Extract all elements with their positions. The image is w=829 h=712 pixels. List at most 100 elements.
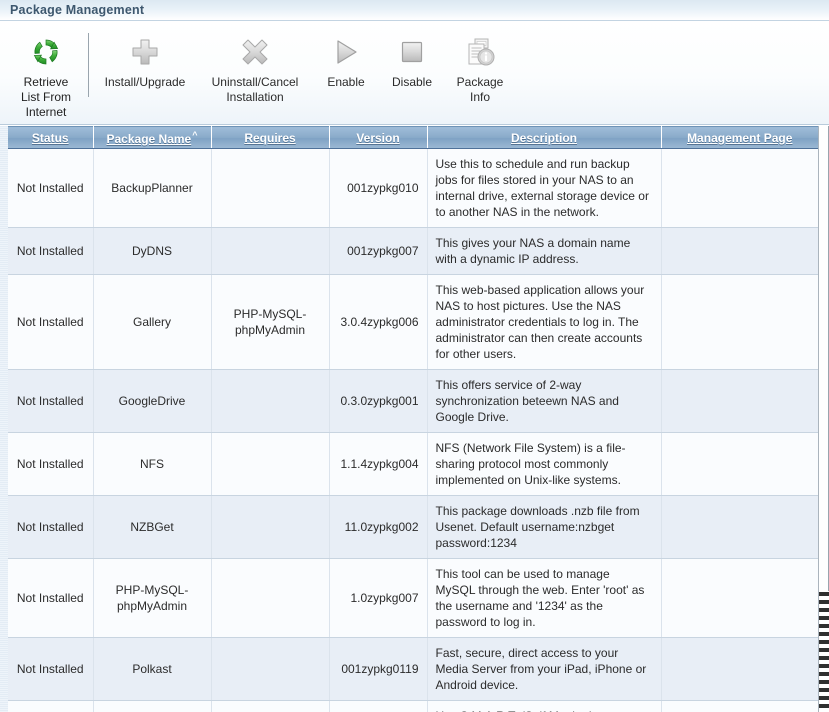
cell-status: Not Installed xyxy=(8,274,94,370)
toolbar-button-label: Install/Upgrade xyxy=(104,75,186,89)
toolbar-button-disable[interactable]: Disable xyxy=(377,29,447,90)
cell-management-page[interactable] xyxy=(661,637,818,701)
scrollbar-track[interactable] xyxy=(819,592,829,712)
column-header-label[interactable]: Requires xyxy=(244,131,295,145)
cell-description: Use S.M.A.R.T. (Self Monitoring, Analysi… xyxy=(427,700,662,712)
cell-version: 3.0.4zypkg006 xyxy=(329,274,428,370)
column-header-label[interactable]: Management Page xyxy=(687,131,792,145)
cell-version: 1.1.4zypkg004 xyxy=(329,432,428,496)
cell-status: Not Installed xyxy=(8,637,94,701)
cell-management-page[interactable] xyxy=(661,369,818,433)
cell-package-name: NFS xyxy=(93,432,212,496)
column-header-label[interactable]: Version xyxy=(356,131,399,145)
sort-ascending-icon: ^ xyxy=(192,129,198,140)
toolbar-button-install-upgrade[interactable]: Install/Upgrade xyxy=(95,29,195,90)
toolbar-button-label: Uninstall/Cancel Installation xyxy=(211,75,299,104)
package-table-container: Status Package Name^ Requires Version De… xyxy=(0,126,829,712)
table-row[interactable]: Not Installed BackupPlanner 001zypkg010 … xyxy=(8,148,818,228)
cell-package-name: GoogleDrive xyxy=(93,369,212,433)
table-header-row: Status Package Name^ Requires Version De… xyxy=(8,126,818,149)
column-header-label[interactable]: Description xyxy=(511,131,577,145)
column-header-requires[interactable]: Requires xyxy=(211,126,330,149)
cell-requires xyxy=(211,700,330,712)
cell-management-page[interactable] xyxy=(661,700,818,712)
table-row[interactable]: Not Installed NZBGet 11.0zypkg002 This p… xyxy=(8,495,818,559)
cell-package-name: BackupPlanner xyxy=(93,148,212,228)
cell-version: 11.0zypkg002 xyxy=(329,495,428,559)
vertical-scrollbar[interactable] xyxy=(818,126,829,712)
column-header-status[interactable]: Status xyxy=(8,126,94,149)
refresh-icon xyxy=(30,35,62,69)
column-header-management-page[interactable]: Management Page xyxy=(661,126,818,149)
cell-requires xyxy=(211,148,330,228)
cell-requires xyxy=(211,227,330,275)
stop-square-icon xyxy=(396,35,428,69)
cell-description: This tool can be used to manage MySQL th… xyxy=(427,558,662,638)
column-header-label[interactable]: Package Name xyxy=(107,132,192,146)
toolbar-separator xyxy=(88,33,89,97)
left-margin-strip xyxy=(0,126,8,712)
cell-requires: PHP-MySQL-phpMyAdmin xyxy=(211,274,330,370)
cell-management-page[interactable] xyxy=(661,495,818,559)
cell-requires xyxy=(211,369,330,433)
document-info-icon xyxy=(464,35,496,69)
page-title: Package Management xyxy=(10,3,145,17)
cell-description: This package downloads .nzb file from Us… xyxy=(427,495,662,559)
column-header-package-name[interactable]: Package Name^ xyxy=(93,126,212,149)
toolbar-button-package-info[interactable]: Package Info xyxy=(447,29,513,105)
cell-description: This offers service of 2-way synchroniza… xyxy=(427,369,662,433)
toolbar-button-retrieve-list[interactable]: Retrieve List From Internet xyxy=(10,29,82,120)
cell-description: This gives your NAS a domain name with a… xyxy=(427,227,662,275)
cell-version: 6.2zypkg006 xyxy=(329,700,428,712)
cell-package-name: DyDNS xyxy=(93,227,212,275)
table-row[interactable]: Not Installed DyDNS 001zypkg007 This giv… xyxy=(8,227,818,275)
cell-requires xyxy=(211,637,330,701)
x-cross-icon xyxy=(239,35,271,69)
cell-description: NFS (Network File System) is a file-shar… xyxy=(427,432,662,496)
scrollbar-thumb[interactable] xyxy=(819,126,829,591)
window-titlebar: Package Management xyxy=(0,0,829,21)
cell-status: Not Installed xyxy=(8,700,94,712)
cell-management-page[interactable] xyxy=(661,432,818,496)
cell-status: Not Installed xyxy=(8,558,94,638)
column-header-version[interactable]: Version xyxy=(329,126,428,149)
cell-package-name: PHP-MySQL-phpMyAdmin xyxy=(93,558,212,638)
column-header-description[interactable]: Description xyxy=(427,126,662,149)
toolbar-button-enable[interactable]: Enable xyxy=(315,29,377,90)
cell-status: Not Installed xyxy=(8,369,94,433)
plus-icon xyxy=(129,35,161,69)
cell-status: Not Installed xyxy=(8,148,94,228)
play-icon xyxy=(330,35,362,69)
cell-requires xyxy=(211,558,330,638)
cell-management-page[interactable] xyxy=(661,274,818,370)
column-header-label[interactable]: Status xyxy=(32,131,69,145)
cell-status: Not Installed xyxy=(8,432,94,496)
cell-requires xyxy=(211,495,330,559)
cell-version: 001zypkg010 xyxy=(329,148,428,228)
table-row[interactable]: Not Installed SMART 6.2zypkg006 Use S.M.… xyxy=(8,700,818,712)
cell-status: Not Installed xyxy=(8,495,94,559)
cell-requires xyxy=(211,432,330,496)
cell-description: Fast, secure, direct access to your Medi… xyxy=(427,637,662,701)
cell-package-name: SMART xyxy=(93,700,212,712)
toolbar-button-label: Retrieve List From Internet xyxy=(20,75,71,119)
cell-status: Not Installed xyxy=(8,227,94,275)
toolbar-button-label: Enable xyxy=(327,75,365,89)
table-row[interactable]: Not Installed Polkast 001zypkg0119 Fast,… xyxy=(8,637,818,701)
cell-version: 001zypkg0119 xyxy=(329,637,428,701)
toolbar-button-label: Disable xyxy=(391,75,433,89)
toolbar-button-uninstall-cancel[interactable]: Uninstall/Cancel Installation xyxy=(195,29,315,105)
table-row[interactable]: Not Installed NFS 1.1.4zypkg004 NFS (Net… xyxy=(8,432,818,496)
cell-package-name: Polkast xyxy=(93,637,212,701)
table-row[interactable]: Not Installed GoogleDrive 0.3.0zypkg001 … xyxy=(8,369,818,433)
cell-management-page[interactable] xyxy=(661,227,818,275)
package-table-body: Not Installed BackupPlanner 001zypkg010 … xyxy=(8,148,818,712)
cell-package-name: Gallery xyxy=(93,274,212,370)
cell-management-page[interactable] xyxy=(661,148,818,228)
table-row[interactable]: Not Installed PHP-MySQL-phpMyAdmin 1.0zy… xyxy=(8,558,818,638)
cell-management-page[interactable] xyxy=(661,558,818,638)
cell-version: 0.3.0zypkg001 xyxy=(329,369,428,433)
cell-version: 001zypkg007 xyxy=(329,227,428,275)
cell-version: 1.0zypkg007 xyxy=(329,558,428,638)
table-row[interactable]: Not Installed Gallery PHP-MySQL-phpMyAdm… xyxy=(8,274,818,370)
